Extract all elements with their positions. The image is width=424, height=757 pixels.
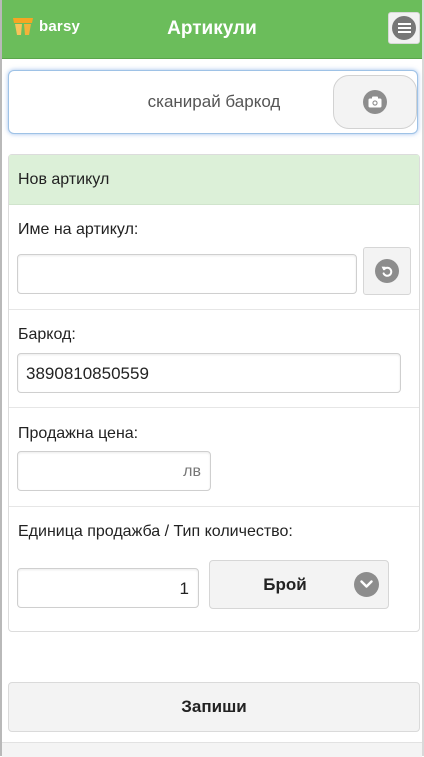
scan-barcode-prompt: сканирай баркод	[147, 92, 281, 111]
field-divider	[9, 506, 419, 507]
sale-price-input[interactable]: лв	[17, 451, 211, 491]
window-border-left	[0, 0, 2, 756]
bottom-bar	[2, 742, 422, 757]
hamburger-menu-icon	[392, 16, 416, 40]
camera-button[interactable]	[333, 75, 417, 129]
quantity-value: 1	[179, 579, 189, 598]
camera-icon	[363, 90, 387, 114]
menu-button[interactable]	[388, 12, 420, 44]
barcode-label: Баркод:	[18, 326, 76, 343]
sale-price-label: Продажна цена:	[18, 425, 139, 442]
app-header: barsy Артикули	[2, 0, 422, 59]
field-divider	[9, 407, 419, 408]
item-name-input[interactable]	[17, 254, 357, 294]
quantity-type-select[interactable]: Брой	[209, 560, 389, 609]
form-section-title: Нов артикул	[18, 171, 110, 188]
reset-name-button[interactable]	[363, 247, 411, 295]
sale-unit-label: Единица продажба / Тип количество:	[18, 523, 293, 540]
undo-icon	[375, 259, 399, 283]
new-item-form: Нов артикул Име на артикул: Баркод: 3890…	[8, 154, 420, 632]
currency-unit: лв	[183, 463, 201, 480]
field-divider	[9, 309, 419, 310]
quantity-input[interactable]: 1	[17, 568, 199, 608]
barcode-value: 3890810850559	[26, 364, 149, 383]
barcode-input[interactable]: 3890810850559	[17, 353, 401, 393]
page-title: Артикули	[167, 18, 257, 39]
chevron-down-icon	[354, 572, 379, 597]
item-name-label: Име на артикул:	[18, 221, 139, 238]
quantity-type-selected: Брой	[263, 575, 307, 594]
form-section-header: Нов артикул	[9, 155, 419, 205]
scan-barcode-field[interactable]: сканирай баркод	[8, 70, 418, 134]
save-button[interactable]: Запиши	[8, 682, 420, 732]
